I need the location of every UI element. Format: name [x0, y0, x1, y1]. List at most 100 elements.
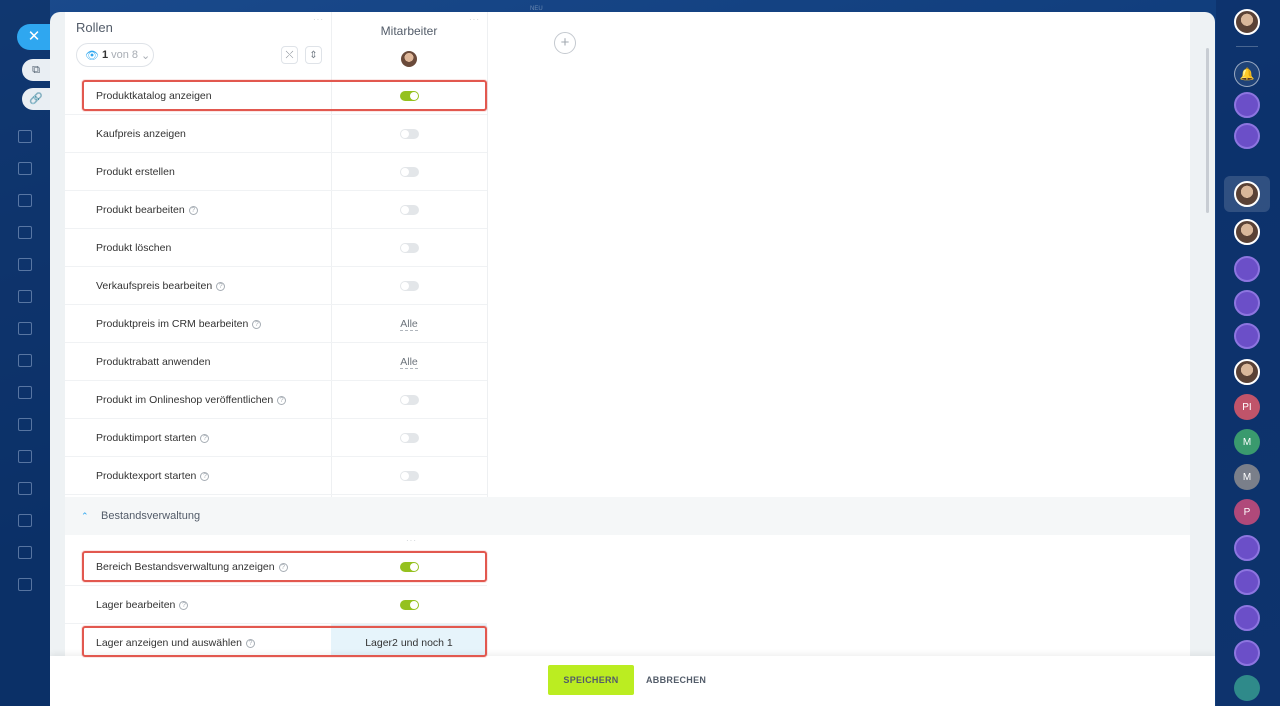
permission-toggle[interactable] — [399, 600, 419, 610]
permission-toggle[interactable] — [399, 243, 419, 253]
save-button[interactable]: SPEICHERN — [548, 665, 634, 695]
open-in-new-window-button[interactable]: ⧉ — [22, 59, 50, 81]
chat-item[interactable]: P — [1234, 499, 1260, 525]
permission-toggle[interactable] — [399, 471, 419, 481]
permission-toggle[interactable] — [399, 433, 419, 443]
chevron-down-icon: ⌄ — [141, 49, 151, 62]
permission-label: Kaufpreis anzeigen — [96, 115, 186, 153]
permission-toggle[interactable] — [399, 205, 419, 215]
tasks-icon[interactable] — [18, 130, 32, 143]
permission-toggle[interactable] — [399, 281, 419, 291]
more-icon[interactable]: ··· — [406, 536, 417, 545]
help-icon[interactable]: ? — [179, 600, 189, 610]
chat-item[interactable] — [1234, 569, 1260, 595]
help-icon[interactable]: ? — [188, 205, 198, 215]
chat-icon[interactable] — [18, 258, 32, 271]
chat-item[interactable] — [1234, 323, 1260, 349]
settings-icon[interactable] — [18, 482, 32, 495]
chat-item[interactable]: M — [1234, 464, 1260, 490]
permission-row: Produkt im Onlineshop veröffentlichen? — [65, 381, 487, 419]
sign-icon[interactable] — [18, 514, 32, 527]
chat-item[interactable] — [1234, 92, 1260, 118]
column-title: Mitarbeiter — [380, 24, 438, 38]
reports-icon[interactable] — [18, 354, 32, 367]
permission-value — [331, 267, 487, 305]
chat-item[interactable] — [1234, 675, 1260, 701]
permission-value: Alle — [331, 343, 487, 381]
permission-row: Produktpreis im CRM bearbeiten? Alle — [65, 305, 487, 343]
permission-scope-link[interactable]: Alle — [400, 356, 418, 369]
collapse-all-button[interactable]: ⤬ — [281, 46, 298, 64]
help-icon[interactable]: ? — [200, 433, 210, 443]
close-button[interactable]: ✕ — [17, 24, 51, 50]
permission-toggle[interactable] — [399, 129, 419, 139]
section-title: Bestandsverwaltung — [101, 510, 201, 522]
cancel-button[interactable]: ABBRECHEN — [646, 665, 706, 695]
chat-avatar[interactable] — [1234, 181, 1260, 207]
permission-label: Produktrabatt anwenden — [96, 343, 210, 381]
chat-avatar[interactable] — [1234, 359, 1260, 385]
permission-value — [331, 457, 487, 495]
expand-icon: ⇕ — [309, 49, 318, 61]
scrollbar[interactable] — [1206, 48, 1209, 213]
user-avatar[interactable] — [1234, 9, 1260, 35]
filter-icon[interactable] — [18, 386, 32, 399]
roles-counter[interactable]: 👁 1 von 8 ⌄ — [76, 43, 154, 67]
more-icon[interactable]: ··· — [313, 15, 324, 24]
permission-label-text: Produktimport starten — [96, 432, 197, 444]
expand-all-button[interactable]: ⇕ — [305, 46, 322, 64]
highlight-box — [82, 80, 487, 111]
groups-icon[interactable] — [18, 546, 32, 559]
chevron-up-icon: ⌃ — [81, 510, 89, 521]
plus-icon: + — [560, 34, 570, 51]
more-icon[interactable]: ··· — [469, 15, 480, 24]
help-icon[interactable]: ? — [200, 471, 210, 481]
calendar-icon[interactable] — [18, 290, 32, 303]
chat-item[interactable] — [1234, 290, 1260, 316]
copy-link-button[interactable]: 🔗 — [22, 88, 50, 110]
permission-label: Produkt im Onlineshop veröffentlichen? — [96, 381, 287, 419]
permission-label: Produktimport starten? — [96, 419, 210, 457]
chat-item[interactable] — [1234, 256, 1260, 282]
add-column-button[interactable]: + — [554, 32, 576, 54]
cart-icon[interactable] — [18, 418, 32, 431]
section-header[interactable]: ⌃ Bestandsverwaltung — [65, 497, 1190, 535]
column-divider — [487, 12, 488, 497]
drive-icon[interactable] — [18, 226, 32, 239]
permission-toggle[interactable] — [399, 395, 419, 405]
target-icon[interactable] — [18, 450, 32, 463]
close-icon: ✕ — [27, 28, 41, 45]
role-settings-panel: Rollen ··· 👁 1 von 8 ⌄ ⤬ ⇕ Mitarbeiter ·… — [50, 12, 1215, 706]
permission-scope-link[interactable]: Alle — [400, 318, 418, 331]
help-icon[interactable]: ? — [216, 281, 226, 291]
checklist-icon[interactable] — [18, 322, 32, 335]
chat-item[interactable] — [1234, 640, 1260, 666]
permission-value — [331, 191, 487, 229]
permission-label-text: Produktexport starten — [96, 470, 197, 482]
documents-icon[interactable] — [18, 194, 32, 207]
collapse-icon: ⤬ — [285, 49, 294, 61]
permission-row: Produkt erstellen — [65, 153, 487, 191]
help-icon[interactable]: ? — [252, 319, 262, 329]
chat-item[interactable] — [1234, 123, 1260, 149]
permission-label-text: Produkt löschen — [96, 242, 172, 254]
permission-row: Produktimport starten? — [65, 419, 487, 457]
database-icon[interactable] — [18, 578, 32, 591]
contacts-icon[interactable] — [18, 162, 32, 175]
right-sidebar: 🔔 PI M M P — [1216, 0, 1280, 706]
chat-item[interactable] — [1234, 535, 1260, 561]
chat-avatar[interactable] — [1234, 219, 1260, 245]
eye-icon: 👁 — [85, 49, 99, 62]
highlight-box — [82, 626, 487, 657]
help-icon[interactable]: ? — [277, 395, 287, 405]
chat-item[interactable] — [1234, 605, 1260, 631]
permission-row: Produktrabatt anwenden Alle — [65, 343, 487, 381]
chat-item[interactable]: PI — [1234, 394, 1260, 420]
highlight-box — [82, 551, 487, 582]
column-avatar — [401, 51, 417, 67]
permission-toggle[interactable] — [399, 167, 419, 177]
permission-label-text: Produkt erstellen — [96, 166, 175, 178]
notifications-icon[interactable]: 🔔 — [1234, 61, 1260, 87]
chat-item[interactable]: M — [1234, 429, 1260, 455]
permission-value — [331, 381, 487, 419]
